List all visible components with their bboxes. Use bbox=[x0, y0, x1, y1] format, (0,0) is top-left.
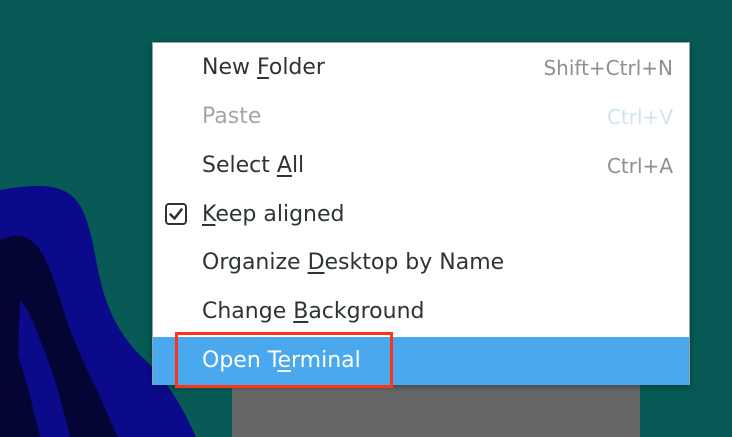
menu-item-label: Change Background bbox=[202, 299, 425, 324]
checkmark-icon[interactable] bbox=[165, 203, 187, 225]
menu-item-keep-aligned[interactable]: Keep aligned bbox=[153, 191, 689, 239]
menu-item-select-all[interactable]: Select All Ctrl+A bbox=[153, 142, 689, 190]
menu-item-label: Open Terminal bbox=[202, 348, 361, 373]
background-window-panel bbox=[232, 385, 640, 437]
menu-item-shortcut: Ctrl+V bbox=[606, 105, 673, 129]
menu-item-label: Organize Desktop by Name bbox=[202, 250, 505, 275]
menu-item-label: New Folder bbox=[202, 55, 325, 80]
menu-item-label: Select All bbox=[202, 153, 305, 178]
menu-item-open-terminal[interactable]: Open Terminal bbox=[153, 337, 689, 385]
menu-item-shortcut: Ctrl+A bbox=[606, 154, 673, 178]
menu-item-shortcut: Shift+Ctrl+N bbox=[543, 56, 673, 80]
menu-item-label: Keep aligned bbox=[202, 202, 345, 227]
menu-item-new-folder[interactable]: New Folder Shift+Ctrl+N bbox=[153, 44, 689, 92]
menu-item-label: Paste bbox=[202, 104, 262, 129]
menu-item-organize-desktop[interactable]: Organize Desktop by Name bbox=[153, 239, 689, 287]
menu-item-paste[interactable]: Paste Ctrl+V bbox=[153, 93, 689, 141]
menu-item-change-background[interactable]: Change Background bbox=[153, 288, 689, 336]
desktop-context-menu: New Folder Shift+Ctrl+N Paste Ctrl+V Sel… bbox=[152, 42, 690, 385]
